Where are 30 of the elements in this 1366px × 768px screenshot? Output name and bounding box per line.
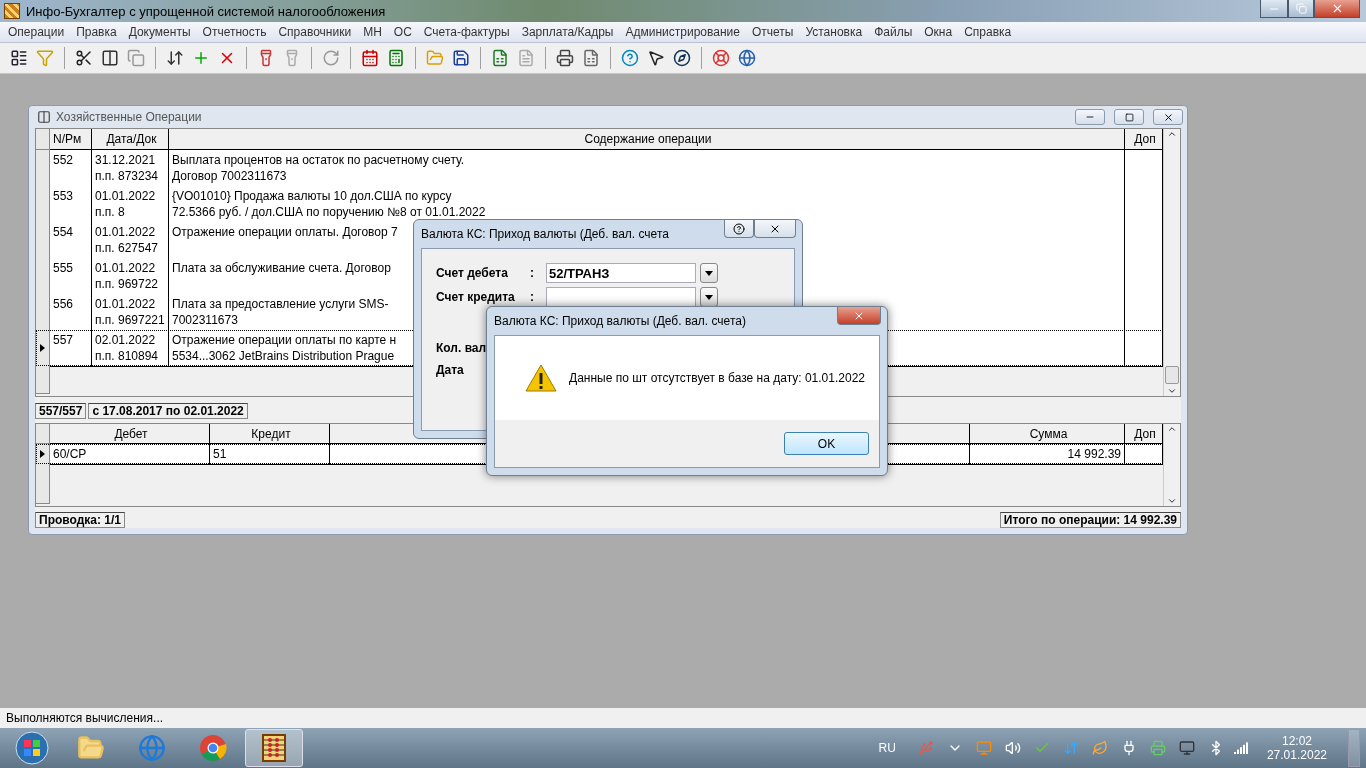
dialog-title: Валюта КС: Приход валюты (Деб. вал. счета	[421, 227, 670, 241]
table-cell: 557	[50, 330, 92, 367]
operation-total: Итого по операции: 14 992.39	[999, 512, 1181, 528]
period-label: с 17.08.2017 по 02.01.2022	[88, 403, 248, 419]
field-colon: :	[530, 266, 535, 280]
table-cell: 31.12.2021 п.п. 873234	[92, 150, 169, 187]
table-cell: 552	[50, 150, 92, 187]
status-text: Выполняются вычисления...	[6, 711, 164, 725]
table-cell: 02.01.2022 п.п. 810894	[92, 330, 169, 367]
table-cell: 553	[50, 186, 92, 223]
table-cell: 555	[50, 258, 92, 295]
table-cell: 01.01.2022 п.п. 627547	[92, 222, 169, 259]
table-cell: {VO01010} Продажа валюты 10 дол.США по курсу 72.5366 руб. / дол.США по поручению №8 от 01.01.2022	[169, 186, 1125, 223]
field-label: Счет дебета	[436, 266, 509, 280]
table-cell: Выплата процентов на остаток по расчетному счету. Договор 7002311673	[169, 150, 1125, 187]
table-cell: 60/СР	[50, 444, 210, 465]
entry-count: Проводка: 1/1	[35, 512, 125, 528]
table-cell: 556	[50, 294, 92, 331]
window-title: Инфо-Бухгалтер с упрощенной системой налогообложения	[26, 3, 387, 19]
table-cell: 51	[210, 444, 330, 465]
table-cell: 01.01.2022 п.п. 9697221	[92, 294, 169, 331]
window-title: Хозяйственные Операции	[56, 110, 203, 124]
table-cell: 554	[50, 222, 92, 259]
dialog-title: Валюта КС: Приход валюты (Деб. вал. счета)	[494, 314, 747, 328]
field-label: Кол. вал	[436, 341, 488, 355]
table-cell: 14 992.39	[970, 444, 1125, 465]
record-count: 557/557	[35, 403, 87, 419]
message-text: Данные по шт отсутствует в базе на дату: 01.01.2022	[569, 371, 865, 385]
table-cell: 01.01.2022 п.п. 8	[92, 186, 169, 223]
table-cell: 01.01.2022 п.п. 969722	[92, 258, 169, 295]
